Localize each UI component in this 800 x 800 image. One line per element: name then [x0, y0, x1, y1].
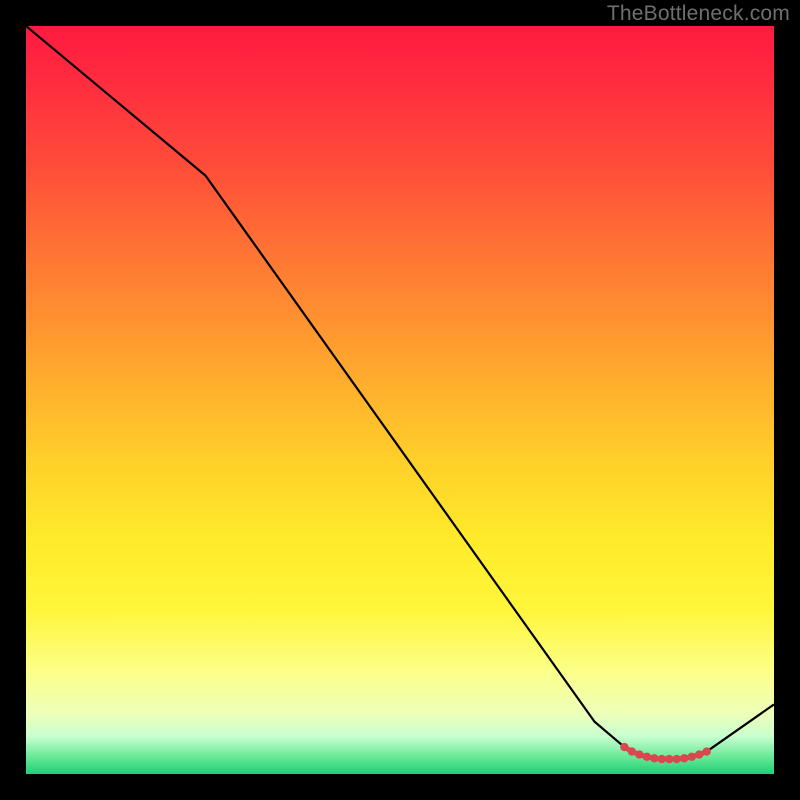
watermark-text: TheBottleneck.com [607, 2, 790, 26]
chart-frame: TheBottleneck.com [0, 0, 800, 800]
plot-area [26, 26, 774, 774]
